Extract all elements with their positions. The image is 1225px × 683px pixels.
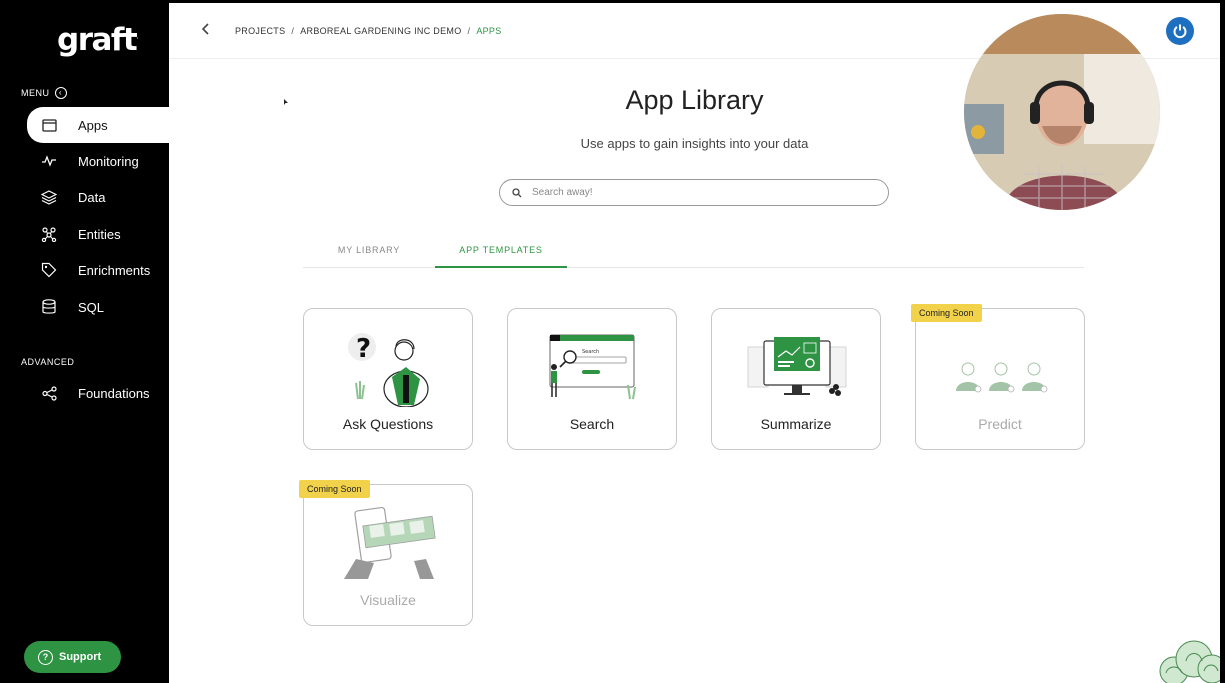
summarize-illustration — [747, 337, 847, 396]
visualize-illustration — [344, 506, 436, 579]
search-illustration: Search — [549, 334, 636, 400]
breadcrumb: PROJECTS / ARBOREAL GARDENING INC DEMO /… — [235, 26, 502, 36]
card-label: Ask Questions — [342, 416, 434, 432]
breadcrumb-current: APPS — [476, 26, 502, 36]
tab-bar: MY LIBRARY APP TEMPLATES — [303, 243, 1084, 268]
window-icon — [37, 118, 61, 132]
advanced-section-label: ADVANCED — [21, 357, 75, 367]
card-label: Visualize — [360, 592, 416, 608]
sidebar-item-enrichments[interactable]: Enrichments — [27, 252, 169, 288]
tab-my-library[interactable]: MY LIBRARY — [303, 243, 435, 268]
main-content: PROJECTS / ARBOREAL GARDENING INC DEMO /… — [169, 3, 1220, 683]
svg-text:Search: Search — [582, 349, 599, 355]
card-search[interactable]: Search Search — [507, 308, 677, 450]
sidebar-item-entities[interactable]: Entities — [27, 216, 169, 252]
sidebar-item-label: Entities — [78, 226, 121, 242]
sidebar-item-apps[interactable]: Apps — [27, 107, 169, 143]
tab-app-templates[interactable]: APP TEMPLATES — [435, 243, 567, 268]
coming-soon-badge: Coming Soon — [911, 304, 982, 322]
sidebar-item-monitoring[interactable]: Monitoring — [27, 143, 169, 179]
ask-questions-illustration: ? — [348, 333, 429, 407]
sidebar: graft. MENU ‹ Apps Monitoring Data Entit… — [0, 0, 169, 683]
svg-text:?: ? — [356, 334, 371, 364]
activity-icon — [37, 155, 61, 167]
card-ask-questions[interactable]: ? Ask Questions — [303, 308, 473, 450]
card-label: Search — [569, 416, 615, 432]
graft-logo[interactable]: graft. — [57, 22, 139, 58]
sidebar-item-foundations[interactable]: Foundations — [27, 375, 169, 411]
mouse-cursor-icon — [284, 99, 288, 105]
search-box[interactable] — [499, 179, 889, 206]
sidebar-item-label: Enrichments — [78, 262, 151, 278]
presenter-video — [964, 14, 1160, 210]
share-icon — [37, 385, 61, 401]
sidebar-item-label: SQL — [78, 299, 105, 315]
sidebar-item-label: Data — [78, 189, 106, 205]
breadcrumb-project[interactable]: ARBOREAL GARDENING INC DEMO — [300, 26, 461, 36]
database-icon — [37, 299, 61, 315]
collapse-menu-icon[interactable]: ‹ — [54, 87, 67, 99]
menu-section-label[interactable]: MENU ‹ — [21, 87, 67, 99]
sidebar-item-label: Apps — [78, 117, 108, 133]
search-input[interactable] — [532, 187, 852, 198]
graph-icon — [37, 226, 61, 242]
sidebar-item-sql[interactable]: SQL — [27, 289, 169, 325]
sidebar-item-label: Monitoring — [78, 153, 139, 169]
sidebar-item-data[interactable]: Data — [27, 179, 169, 215]
tag-icon — [37, 262, 61, 278]
card-label: Predict — [978, 416, 1022, 432]
predict-illustration — [956, 362, 1048, 393]
card-predict[interactable]: Predict Coming Soon — [911, 304, 1085, 450]
help-icon: ? — [38, 649, 53, 665]
coming-soon-badge: Coming Soon — [299, 480, 370, 498]
decorative-trees-illustration — [1159, 640, 1220, 683]
back-chevron-icon[interactable] — [201, 22, 211, 36]
card-visualize[interactable]: Visualize Coming Soon — [299, 480, 473, 626]
support-button[interactable]: ? Support — [24, 641, 121, 673]
breadcrumb-projects[interactable]: PROJECTS — [235, 26, 285, 36]
sidebar-item-label: Foundations — [78, 385, 150, 401]
card-summarize[interactable]: Summarize — [711, 308, 881, 450]
search-icon — [512, 187, 522, 197]
layers-icon — [37, 189, 61, 205]
card-label: Summarize — [760, 416, 832, 432]
power-icon[interactable] — [1166, 17, 1194, 45]
